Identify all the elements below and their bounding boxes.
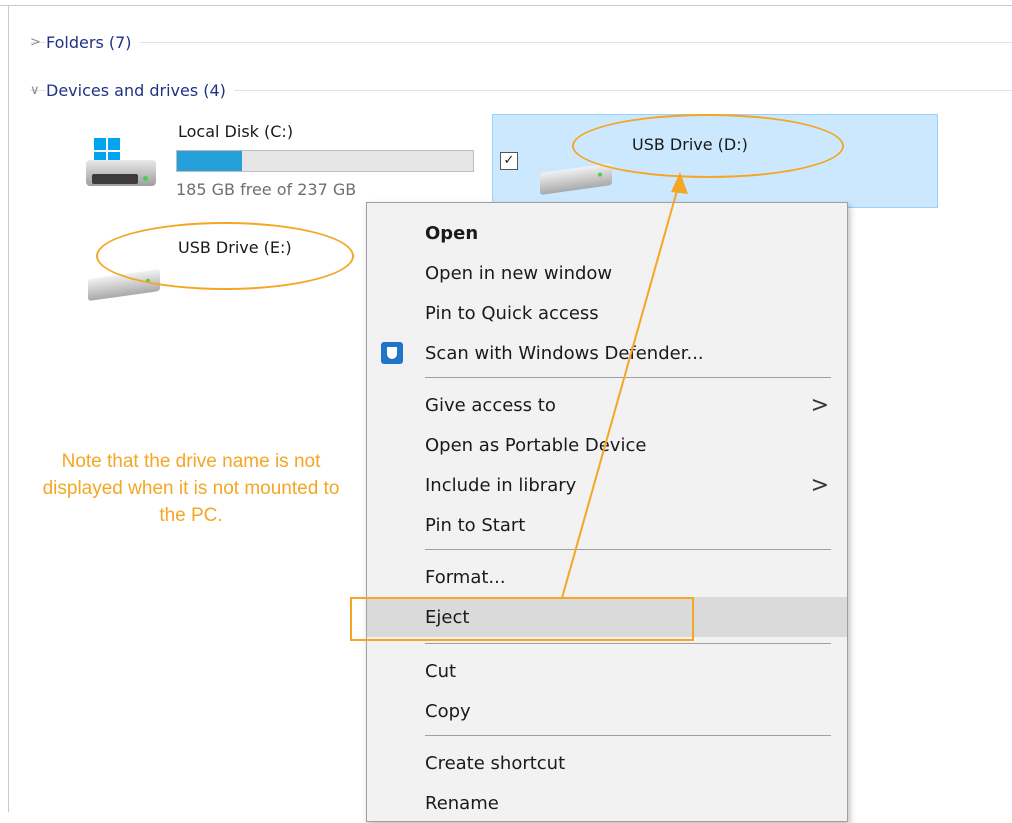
local-disk-icon[interactable] [82,138,162,194]
context-menu: Open Open in new window Pin to Quick acc… [366,202,848,822]
drive-d-checkbox[interactable]: ✓ [500,152,518,170]
group-label-devices: Devices and drives (4) [46,80,234,100]
menu-separator [425,735,831,736]
annotation-ellipse-e [96,222,354,290]
menu-item-pin-start[interactable]: Pin to Start [367,505,847,545]
drive-name-c[interactable]: Local Disk (C:) [178,122,293,141]
menu-item-give-access[interactable]: Give access to > [367,385,847,425]
menu-separator [425,549,831,550]
submenu-arrow-icon: > [810,472,829,498]
submenu-arrow-icon: > [810,392,829,418]
menu-item-rename[interactable]: Rename [367,783,847,823]
drive-usage-bar-c [176,150,474,172]
group-label-folders: Folders (7) [46,32,140,52]
chevron-down-icon[interactable]: ∨ [30,83,46,98]
menu-item-copy[interactable]: Copy [367,691,847,731]
annotation-ellipse-d [572,114,844,178]
group-divider [30,42,1012,43]
window-left-border [8,5,9,812]
annotation-note: Note that the drive name is not displaye… [42,451,340,526]
menu-item-open-new-window[interactable]: Open in new window [367,253,847,293]
menu-item-include-library[interactable]: Include in library > [367,465,847,505]
menu-item-create-shortcut[interactable]: Create shortcut [367,743,847,783]
window-top-border [0,5,1012,6]
menu-item-open-portable[interactable]: Open as Portable Device [367,425,847,465]
chevron-right-icon[interactable]: > [30,35,46,50]
windows-defender-icon [381,342,403,364]
menu-item-pin-quick-access[interactable]: Pin to Quick access [367,293,847,333]
group-header-devices[interactable]: ∨ Devices and drives (4) [30,78,1012,102]
annotation-box-eject [350,597,694,641]
menu-item-scan-defender[interactable]: Scan with Windows Defender... [367,333,847,373]
menu-item-format[interactable]: Format... [367,557,847,597]
menu-item-cut[interactable]: Cut [367,651,847,691]
group-header-folders[interactable]: > Folders (7) [30,30,1012,54]
menu-separator [425,377,831,378]
drive-free-space-c: 185 GB free of 237 GB [176,180,357,199]
menu-item-open[interactable]: Open [367,213,847,253]
menu-separator [425,643,831,644]
